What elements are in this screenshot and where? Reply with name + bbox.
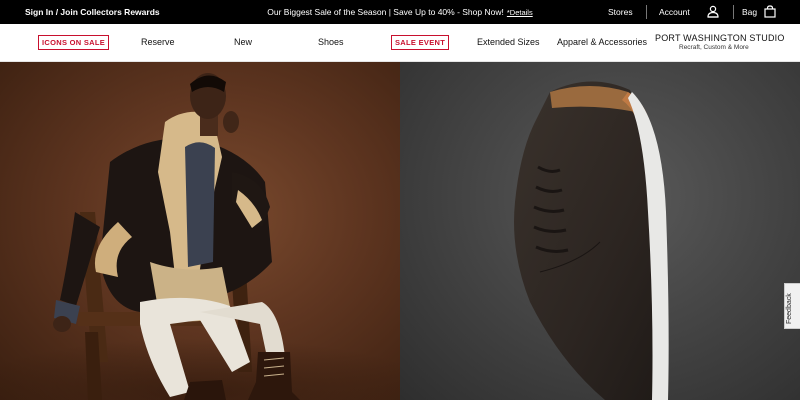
utility-bar: Sign In / Join Collectors Rewards Our Bi… xyxy=(0,0,800,24)
divider xyxy=(646,5,647,19)
nav-sale-event[interactable]: SALE EVENT xyxy=(391,35,450,50)
details-link[interactable]: *Details xyxy=(507,8,533,17)
stores-link[interactable]: Stores xyxy=(608,7,633,17)
nav-port-washington-studio[interactable]: PORT WASHINGTON STUDIO Recraft, Custom &… xyxy=(655,33,785,51)
user-icon[interactable] xyxy=(707,5,719,18)
hero-image-shoe[interactable] xyxy=(400,62,800,400)
nav-reserve[interactable]: Reserve xyxy=(141,37,175,47)
account-link[interactable]: Account xyxy=(659,7,690,17)
studio-title: PORT WASHINGTON STUDIO xyxy=(655,33,785,43)
promo-text[interactable]: Our Biggest Sale of the Season | Save Up… xyxy=(267,7,504,17)
main-nav: ICONS ON SALE Reserve New Shoes SALE EVE… xyxy=(0,24,800,62)
nav-extended-sizes[interactable]: Extended Sizes xyxy=(477,37,540,47)
model-illustration xyxy=(0,73,400,400)
feedback-tab[interactable]: Feedback xyxy=(784,283,800,329)
nav-shoes[interactable]: Shoes xyxy=(318,37,344,47)
nav-new[interactable]: New xyxy=(234,37,252,47)
studio-subtitle: Recraft, Custom & More xyxy=(679,44,749,51)
feedback-label: Feedback xyxy=(786,293,793,324)
bag-link[interactable]: Bag xyxy=(742,7,757,17)
nav-icons-on-sale[interactable]: ICONS ON SALE xyxy=(38,35,110,50)
divider xyxy=(733,5,734,19)
hero-image-model[interactable] xyxy=(0,62,400,400)
shoe-illustration xyxy=(514,81,669,400)
sign-in-link[interactable]: Sign In / Join Collectors Rewards xyxy=(25,7,160,17)
nav-apparel-accessories[interactable]: Apparel & Accessories xyxy=(557,37,647,47)
shopping-bag-icon[interactable] xyxy=(764,5,776,18)
